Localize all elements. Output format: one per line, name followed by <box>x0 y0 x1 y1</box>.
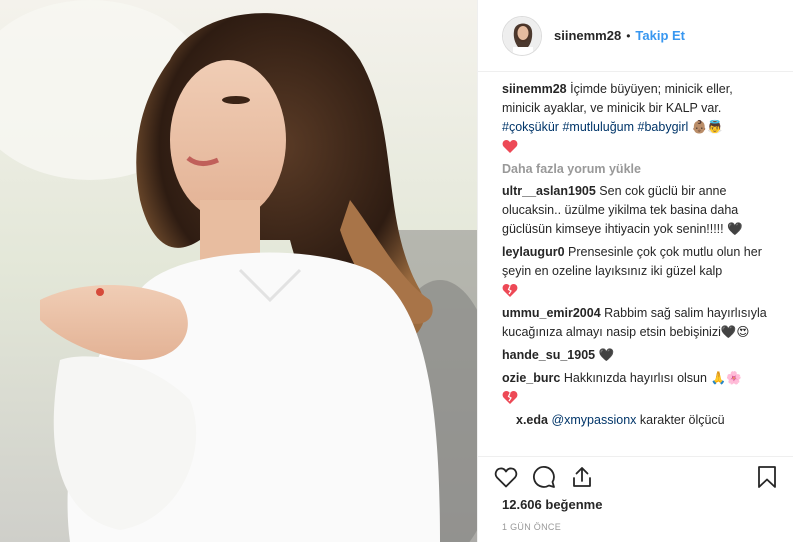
mention-link[interactable]: @xmypassionx <box>551 413 636 427</box>
caption-username[interactable]: siinemm28 <box>502 82 567 96</box>
post-timestamp: 1 GÜN ÖNCE <box>502 522 562 532</box>
comment: ummu_emir2004 Rabbim sağ salim hayırlısı… <box>502 304 769 342</box>
comment-username[interactable]: ozie_burc <box>502 371 560 385</box>
comment: ultr__aslan1905 Sen cok güclü bir anne o… <box>502 182 769 239</box>
comments-list[interactable]: siinemm28 İçimde büyüyen; minicik eller,… <box>478 72 793 456</box>
reply-comment: x.eda @xmypassionx karakter ölçücü <box>502 411 769 430</box>
comment-text: 🖤 <box>598 348 615 362</box>
bookmark-icon <box>758 465 776 488</box>
action-bar <box>478 456 793 496</box>
comment-username[interactable]: ummu_emir2004 <box>502 306 601 320</box>
caption-emoji: 👶🏽👼 <box>691 120 723 134</box>
red-heart-icon <box>502 140 518 154</box>
broken-heart-icon <box>502 391 518 405</box>
share-icon <box>573 466 591 487</box>
likes-count[interactable]: 12.606 beğenme <box>502 497 602 512</box>
caption: siinemm28 İçimde büyüyen; minicik eller,… <box>502 80 769 156</box>
comment: leylaugur0 Prensesinle çok çok mutlu olu… <box>502 243 769 300</box>
comment-text: Hakkınızda hayırlısı olsun 🙏🌸 <box>563 371 742 385</box>
comment-username[interactable]: x.eda <box>516 413 548 427</box>
share-button[interactable] <box>570 465 594 489</box>
comment-username[interactable]: leylaugur0 <box>502 245 565 259</box>
post-photo[interactable] <box>0 0 477 542</box>
heart-icon <box>494 467 518 487</box>
load-more-comments[interactable]: Daha fazla yorum yükle <box>502 162 769 176</box>
post-header: siinemm28 • Takip Et <box>478 0 793 72</box>
comment-icon <box>533 465 555 488</box>
comment-button[interactable] <box>532 465 556 489</box>
hashtag-link[interactable]: #çokşükür <box>502 120 559 134</box>
hashtag-link[interactable]: #mutluluğum <box>562 120 634 134</box>
save-button[interactable] <box>757 465 777 489</box>
hashtag-link[interactable]: #babygirl <box>638 120 689 134</box>
comment-username[interactable]: ultr__aslan1905 <box>502 184 596 198</box>
separator-dot: • <box>626 28 631 43</box>
author-username[interactable]: siinemm28 <box>554 28 621 43</box>
comment-text: karakter ölçücü <box>639 413 725 427</box>
post-panel: siinemm28 • Takip Et siinemm28 İçimde bü… <box>477 0 793 542</box>
comment-username[interactable]: hande_su_1905 <box>502 348 595 362</box>
comment: ozie_burc Hakkınızda hayırlısı olsun 🙏🌸 <box>502 369 769 407</box>
avatar[interactable] <box>502 15 542 56</box>
follow-button[interactable]: Takip Et <box>635 28 685 43</box>
photo-image <box>0 0 477 542</box>
broken-heart-icon <box>502 284 518 298</box>
comment: hande_su_1905 🖤 <box>502 346 769 365</box>
like-button[interactable] <box>494 466 518 488</box>
